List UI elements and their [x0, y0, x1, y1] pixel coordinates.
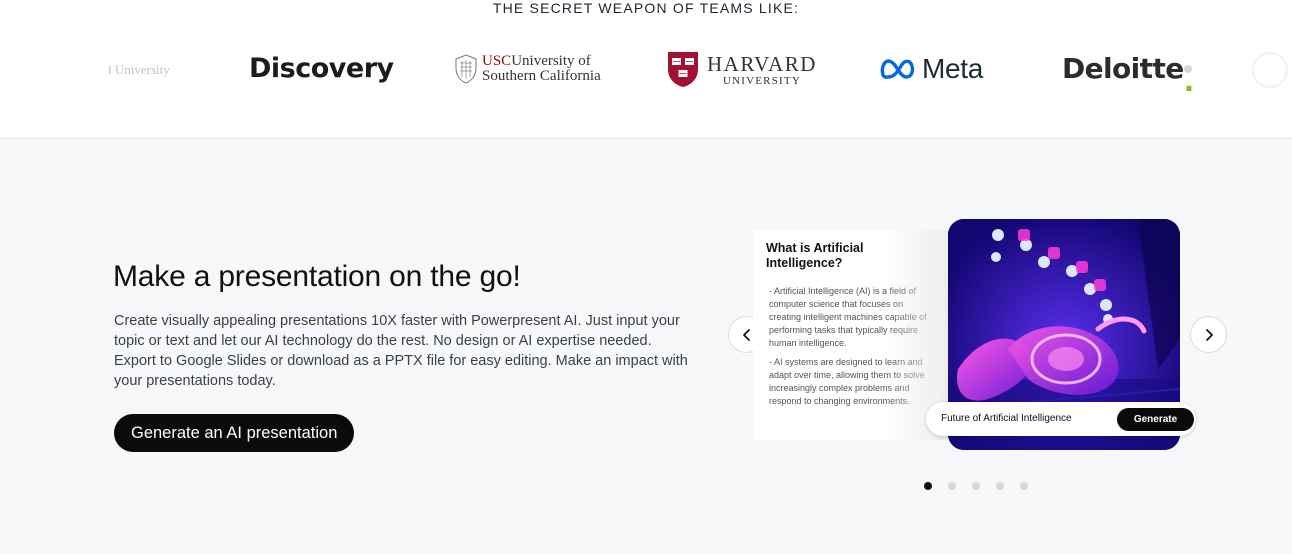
deloitte-wordmark: Deloitte [1062, 52, 1184, 85]
logo-partial-circle [1252, 52, 1288, 88]
usc-line1: University of [511, 53, 591, 69]
logos-heading: THE SECRET WEAPON OF TEAMS LIKE: [492, 0, 800, 16]
usc-abbr: USC [482, 53, 512, 69]
carousel-pagination [924, 482, 1028, 490]
logo-meta: Meta [879, 53, 983, 85]
deloitte-dot: . [1183, 64, 1194, 98]
carousel-dot-2[interactable] [948, 482, 956, 490]
hero-description: Create visually appealing presentations … [114, 313, 688, 389]
logos-band: THE SECRET WEAPON OF TEAMS LIKE: l Unive… [0, 0, 1292, 139]
logo-partial-university: l University [108, 62, 170, 77]
meta-infinity-icon [880, 59, 915, 79]
usc-seal-icon [455, 54, 477, 84]
logo-deloitte: Deloitte. [1062, 52, 1194, 98]
generate-presentation-button[interactable]: Generate an AI presentation [114, 414, 355, 452]
prompt-bar: Generate [926, 402, 1196, 436]
logo-harvard: HARVARD UNIVERSITY [667, 51, 817, 88]
usc-line2: Southern California [482, 68, 601, 84]
logo-discovery: Discovery [249, 53, 394, 84]
carousel-dot-4[interactable] [996, 482, 1004, 490]
logo-usc: USCUniversity of Southern California [454, 54, 601, 84]
carousel-dot-3[interactable] [972, 482, 980, 490]
carousel-dot-5[interactable] [1020, 482, 1028, 490]
harvard-line2: UNIVERSITY [722, 74, 801, 87]
meta-wordmark: Meta [922, 53, 984, 84]
prompt-input[interactable] [941, 402, 1111, 436]
hero-headline: Make a presentation on the go! [113, 260, 521, 293]
chevron-right-icon [1205, 328, 1213, 341]
hero-section: Make a presentation on the go! Create vi… [0, 139, 1292, 554]
carousel-dot-1[interactable] [924, 482, 932, 490]
chevron-left-icon [742, 328, 750, 341]
carousel-next-button[interactable] [1190, 316, 1227, 353]
prompt-generate-button[interactable]: Generate [1117, 408, 1194, 431]
harvard-line1: HARVARD [707, 51, 817, 76]
harvard-shield-icon [668, 52, 698, 87]
